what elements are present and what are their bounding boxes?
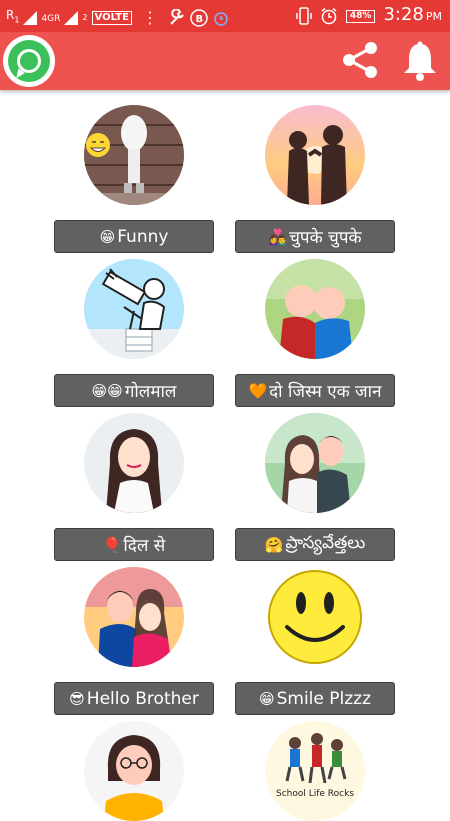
vibrate-icon	[296, 7, 312, 25]
grinning-emoji-icon: 😁😁	[91, 381, 123, 400]
avatar[interactable]	[265, 105, 365, 205]
avatar[interactable]	[84, 721, 184, 821]
clock: 3:28 PM	[383, 4, 442, 25]
share-icon[interactable]	[338, 40, 382, 80]
sim2-indicator: 2	[82, 12, 88, 22]
cartoon-telescope-image	[84, 259, 184, 359]
golmaal-button[interactable]: 😁😁 गोलमाल	[54, 374, 214, 407]
item-label: चुपके चुपके	[289, 228, 362, 248]
wrench-icon	[170, 8, 184, 25]
grinning-emoji-icon: 😁	[258, 689, 275, 708]
hugging-emoji-icon: 🤗	[264, 535, 284, 554]
whatsapp-logo-circle	[8, 40, 50, 82]
alarm-clock-icon	[214, 11, 228, 26]
telugu-button[interactable]: 🤗 ప్రాస్యవేత్తలు	[235, 528, 395, 561]
couple-heart-emoji-icon: 👩‍❤️‍👨	[268, 227, 288, 246]
avatar[interactable]	[265, 413, 365, 513]
school-life-rocks-text: School Life Rocks	[276, 789, 354, 799]
signal-icon-2	[64, 10, 79, 25]
orange-heart-emoji-icon: 🧡	[248, 381, 268, 400]
whatsapp-logo-ring	[17, 49, 41, 73]
more-dots-icon: ⋮	[141, 7, 158, 27]
balloon-emoji-icon: 🎈	[102, 535, 122, 554]
item-label: ప్రాస్యవేత్తలు	[285, 532, 366, 553]
avatar[interactable]	[265, 567, 365, 667]
couple-silhouette-image	[265, 105, 365, 205]
avatar[interactable]: School Life Rocks	[265, 721, 365, 821]
volte-badge: VOLTE	[91, 10, 132, 25]
item-label: दिल से	[123, 536, 166, 556]
couple-portrait-image	[265, 413, 365, 513]
network-indicator: 4GR	[41, 13, 61, 24]
smile-plzzz-button[interactable]: 😁 Smile Plzzz	[235, 682, 395, 715]
item-label: दो जिस्म एक जान	[269, 382, 382, 402]
bell-icon[interactable]	[400, 40, 440, 82]
avatar[interactable]	[84, 567, 184, 667]
signal-icon	[23, 10, 38, 25]
avatar[interactable]	[84, 105, 184, 205]
kids-hugging-image	[265, 259, 365, 359]
avatar[interactable]	[84, 413, 184, 513]
item-label: Funny	[117, 226, 169, 247]
yellow-smiley-image	[265, 567, 365, 667]
dil-se-button[interactable]: 🎈 दिल से	[54, 528, 214, 561]
chupke-chupke-button[interactable]: 👩‍❤️‍👨 चुपके चुपके	[235, 220, 395, 253]
item-label: गोलमाल	[124, 382, 177, 402]
girl-portrait-image	[84, 413, 184, 513]
b-circle-icon: B	[190, 8, 208, 27]
girl-with-glasses-image	[84, 721, 184, 821]
svg-text:B: B	[195, 14, 203, 25]
item-label: Smile Plzzz	[276, 688, 372, 709]
school-life-rocks-image: School Life Rocks	[265, 721, 365, 821]
whatsapp-logo-icon[interactable]	[3, 35, 55, 87]
grinning-emoji-icon: 😁	[99, 227, 116, 246]
status-right: 48% 3:28 PM	[296, 4, 442, 28]
funny-button[interactable]: 😁 Funny	[54, 220, 214, 253]
content-grid: 😁 Funny 👩‍❤️‍👨चुपके चुपके	[0, 90, 450, 821]
hello-brother-button[interactable]: 😎 Hello Brother	[54, 682, 214, 715]
do-jism-ek-jaan-button[interactable]: 🧡 दो जिस्म एक जान	[235, 374, 395, 407]
status-left: R1 4GR 2 VOLTE ⋮ B	[6, 4, 230, 31]
avatar[interactable]	[84, 259, 184, 359]
sunglasses-emoji-icon: 😎	[69, 689, 85, 708]
brother-sister-image	[84, 567, 184, 667]
item-label: Hello Brother	[86, 688, 199, 709]
status-bar: R1 4GR 2 VOLTE ⋮ B 48% 3:28 PM	[0, 0, 450, 32]
laughing-egg-image	[84, 105, 184, 205]
battery-indicator: 48%	[345, 9, 376, 23]
sim1-indicator: R1	[6, 8, 20, 25]
alarm-icon	[321, 7, 337, 25]
app-bar	[0, 32, 450, 90]
avatar[interactable]	[265, 259, 365, 359]
